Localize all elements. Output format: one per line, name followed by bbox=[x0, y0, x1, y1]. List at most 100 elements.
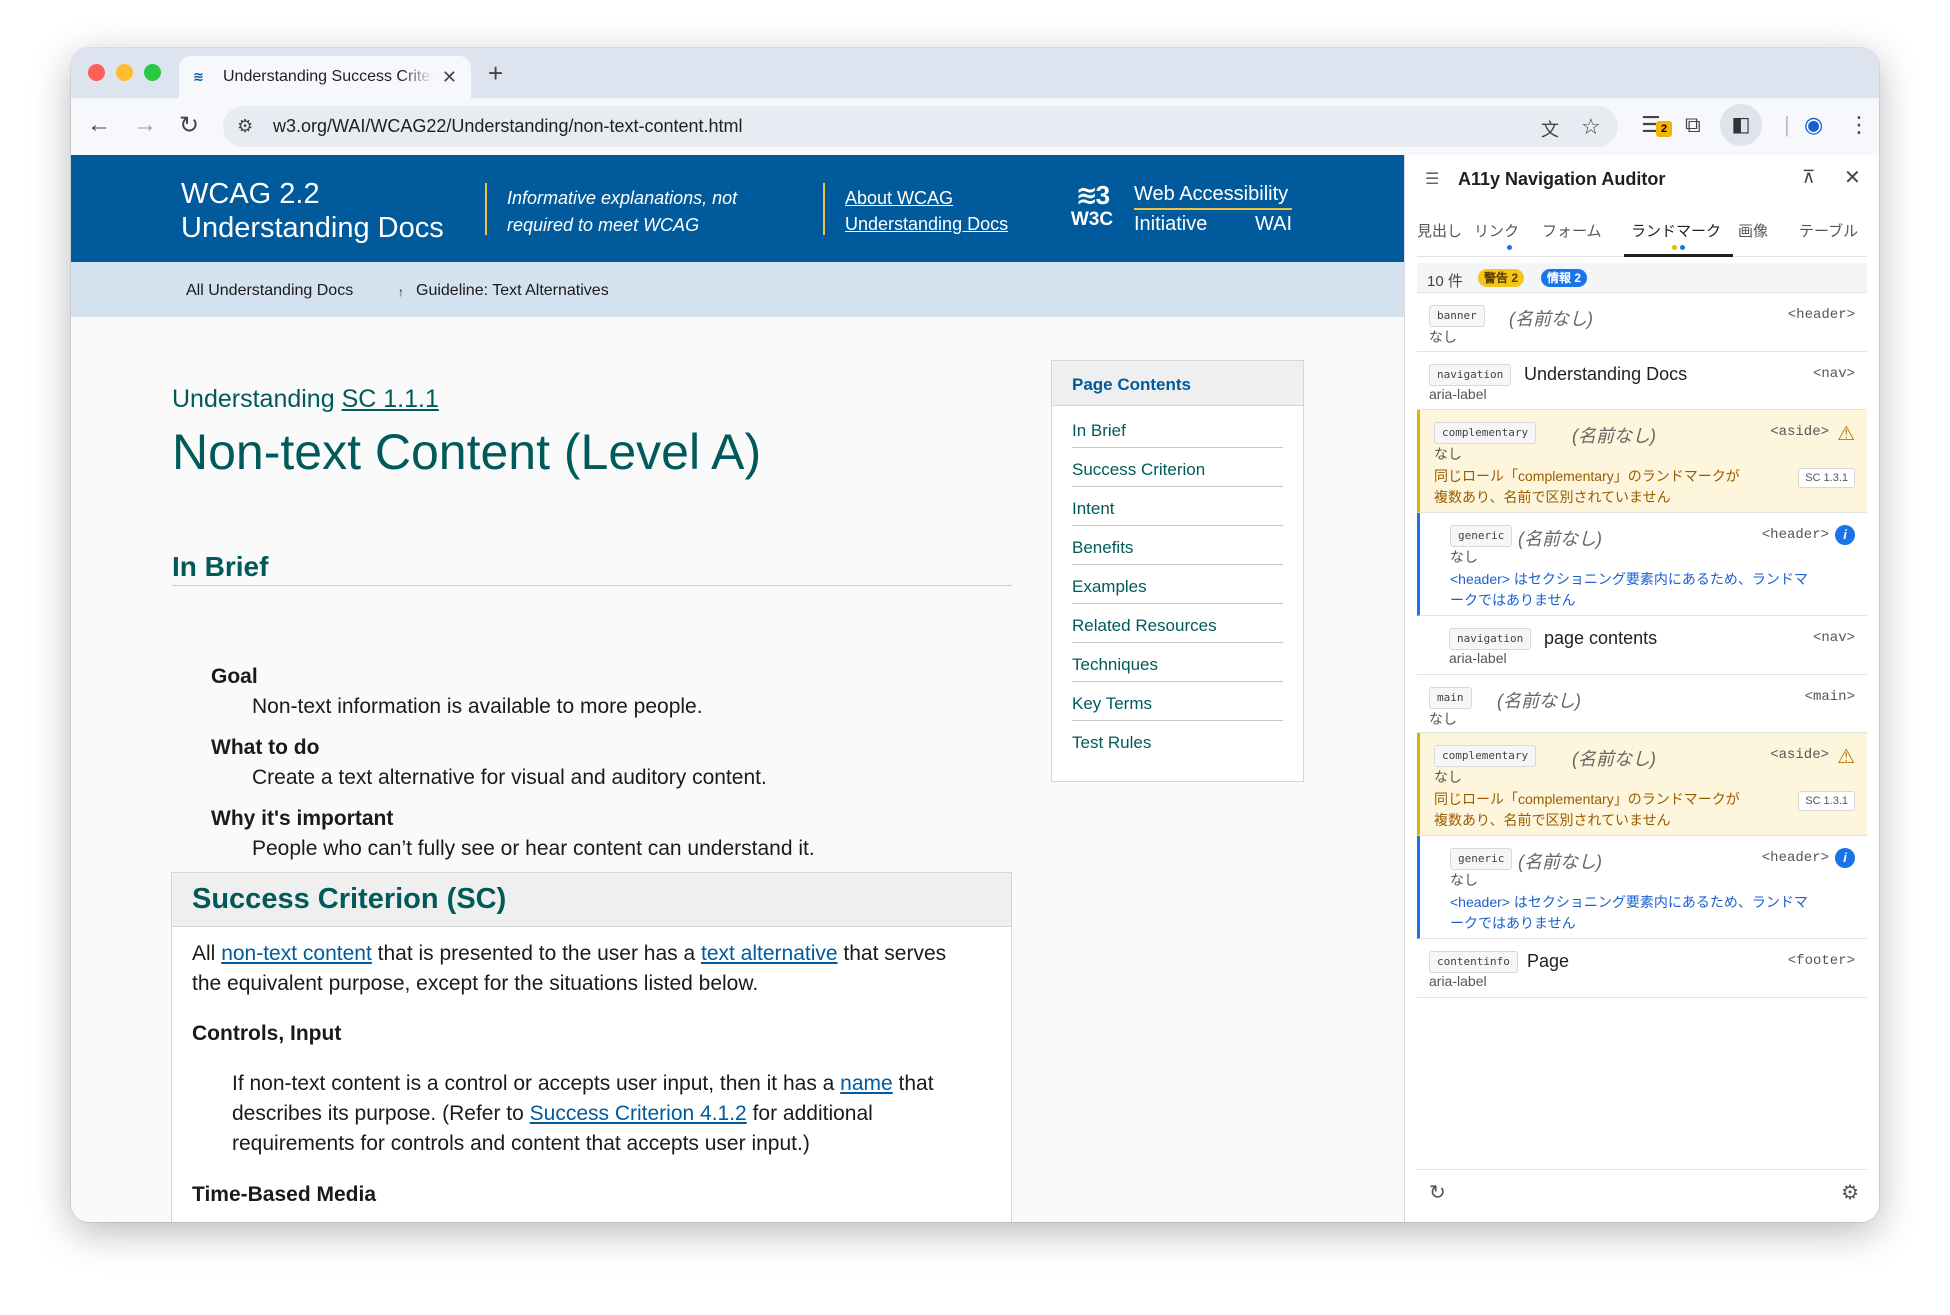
toc-item-intent[interactable]: Intent bbox=[1072, 487, 1283, 526]
sc-reference-badge: SC 1.3.1 bbox=[1798, 791, 1855, 811]
unpin-icon[interactable]: ⊼ bbox=[1802, 167, 1815, 188]
toc-item-related-resources[interactable]: Related Resources bbox=[1072, 604, 1283, 643]
maximize-window-button[interactable] bbox=[144, 64, 161, 81]
tab-title: Understanding Success Criterion 1.1.1: N… bbox=[223, 68, 433, 85]
tab-forms[interactable]: フォーム bbox=[1542, 220, 1602, 241]
controls-text: that bbox=[892, 1072, 934, 1095]
element-tag: <main> bbox=[1804, 689, 1855, 705]
sc-412-link[interactable]: Success Criterion 4.1.2 bbox=[530, 1102, 747, 1125]
close-window-button[interactable] bbox=[88, 64, 105, 81]
toc-item-test-rules[interactable]: Test Rules bbox=[1072, 721, 1283, 760]
tab-headings[interactable]: 見出し bbox=[1417, 220, 1462, 241]
kicker-prefix: Understanding bbox=[172, 385, 335, 413]
toc-item-techniques[interactable]: Techniques bbox=[1072, 643, 1283, 682]
close-panel-icon[interactable]: ✕ bbox=[1844, 165, 1861, 190]
tab-images[interactable]: 画像 bbox=[1738, 220, 1768, 241]
w3c-text: W3C bbox=[1070, 209, 1114, 230]
site-brand[interactable]: WCAG 2.2 Understanding Docs bbox=[181, 177, 444, 245]
w3c-icon: ≋ bbox=[193, 69, 204, 84]
wai-subtitle[interactable]: Initiative WAI bbox=[1134, 213, 1292, 236]
role-badge: navigation bbox=[1449, 628, 1532, 650]
list-item[interactable]: generic (名前なし) なし <header> i <header> はセ… bbox=[1417, 836, 1867, 939]
role-badge: generic bbox=[1450, 525, 1513, 547]
profile-icon[interactable]: ◉ bbox=[1804, 112, 1823, 138]
web-page: WCAG 2.2 Understanding Docs Informative … bbox=[71, 155, 1404, 1222]
active-tab-indicator bbox=[1624, 254, 1733, 257]
role-badge: main bbox=[1429, 687, 1472, 709]
side-panel-icon[interactable]: ◧ bbox=[1720, 104, 1762, 146]
element-tag: <footer> bbox=[1787, 953, 1855, 969]
non-text-content-link[interactable]: non-text content bbox=[221, 942, 372, 965]
site-info-icon[interactable]: ⚙ bbox=[237, 116, 261, 137]
info-line: <header> はセクショニング要素内にあるため、ランドマ bbox=[1450, 571, 1808, 587]
wai-abbrev: WAI bbox=[1254, 213, 1292, 235]
toc-item-in-brief[interactable]: In Brief bbox=[1072, 418, 1283, 448]
info-line: ークではありません bbox=[1450, 915, 1576, 931]
element-tag: <aside> bbox=[1770, 424, 1829, 440]
list-item[interactable]: main (名前なし) なし <main> bbox=[1417, 675, 1867, 733]
url-text[interactable]: w3.org/WAI/WCAG22/Understanding/non-text… bbox=[273, 116, 743, 137]
tab-landmarks[interactable]: ランドマーク bbox=[1631, 220, 1721, 241]
text-alternative-link[interactable]: text alternative bbox=[701, 942, 838, 965]
forward-icon[interactable]: → bbox=[133, 111, 157, 139]
address-bar[interactable]: ⚙ w3.org/WAI/WCAG22/Understanding/non-te… bbox=[223, 106, 1618, 147]
name-link[interactable]: name bbox=[840, 1072, 893, 1095]
kicker-sc-link[interactable]: SC 1.1.1 bbox=[342, 385, 439, 413]
toc-list: In Brief Success Criterion Intent Benefi… bbox=[1052, 406, 1303, 760]
reload-icon[interactable]: ↻ bbox=[179, 111, 199, 140]
landmark-name: (名前なし) bbox=[1572, 749, 1656, 769]
site-header: WCAG 2.2 Understanding Docs Informative … bbox=[71, 155, 1404, 262]
controls-text: requirements for controls and content th… bbox=[232, 1132, 810, 1155]
refresh-icon[interactable]: ↻ bbox=[1429, 1180, 1446, 1205]
info-message: <header> はセクショニング要素内にあるため、ランドマ ークではありません bbox=[1450, 892, 1850, 934]
warning-badge[interactable]: 警告 2 bbox=[1478, 269, 1525, 287]
info-badge[interactable]: 情報 2 bbox=[1541, 269, 1588, 287]
element-tag: <nav> bbox=[1812, 630, 1855, 646]
tab-links[interactable]: リンク bbox=[1474, 220, 1519, 241]
breadcrumb-guideline[interactable]: Guideline: Text Alternatives bbox=[416, 282, 609, 300]
puzzle-icon[interactable]: ⧉ bbox=[1685, 112, 1701, 138]
close-tab-icon[interactable]: ✕ bbox=[442, 67, 457, 88]
role-badge: complementary bbox=[1434, 422, 1537, 444]
toc-item-benefits[interactable]: Benefits bbox=[1072, 526, 1283, 565]
sc-text: that serves bbox=[837, 942, 947, 965]
settings-gear-icon[interactable]: ⚙ bbox=[1841, 1180, 1859, 1205]
back-icon[interactable]: ← bbox=[87, 111, 111, 139]
breadcrumb-all-docs[interactable]: All Understanding Docs bbox=[186, 282, 353, 300]
browser-tab[interactable]: ≋ Understanding Success Criterion 1.1.1:… bbox=[179, 56, 471, 98]
site-tagline: Informative explanations, not required t… bbox=[507, 185, 737, 239]
landmark-name: (名前なし) bbox=[1572, 426, 1656, 446]
sc-heading: Success Criterion (SC) bbox=[172, 873, 1011, 927]
toc-item-examples[interactable]: Examples bbox=[1072, 565, 1283, 604]
w3c-logo[interactable]: ≋3 W3C bbox=[1069, 182, 1115, 232]
toc-item-success-criterion[interactable]: Success Criterion bbox=[1072, 448, 1283, 487]
role-badge: complementary bbox=[1434, 745, 1537, 767]
menu-icon[interactable]: ⋮ bbox=[1848, 112, 1870, 138]
toolbar-divider: | bbox=[1784, 112, 1790, 137]
toc-heading: Page Contents bbox=[1052, 361, 1303, 406]
bookmark-star-icon[interactable]: ☆ bbox=[1581, 114, 1601, 140]
list-item[interactable]: complementary (名前なし) なし <aside> ⚠ 同じロール「… bbox=[1417, 410, 1867, 513]
list-item[interactable]: complementary (名前なし) なし <aside> ⚠ 同じロール「… bbox=[1417, 733, 1867, 836]
landmarks-warn-dot bbox=[1672, 245, 1677, 250]
element-tag: <header> bbox=[1761, 527, 1829, 543]
wai-title[interactable]: Web Accessibility bbox=[1134, 183, 1292, 210]
translate-icon[interactable]: 文 bbox=[1541, 116, 1559, 142]
about-line-2: Understanding Docs bbox=[845, 214, 1009, 234]
page-title: Non-text Content (Level A) bbox=[172, 424, 762, 480]
list-item[interactable]: navigation Understanding Docs aria-label… bbox=[1417, 352, 1867, 410]
new-tab-button[interactable]: + bbox=[488, 58, 503, 89]
tab-tables[interactable]: テーブル bbox=[1799, 220, 1858, 241]
list-item[interactable]: contentinfo Page aria-label <footer> bbox=[1417, 939, 1867, 998]
side-panel: ☰ A11y Navigation Auditor ⊼ ✕ 見出し リンク フォ… bbox=[1404, 155, 1879, 1222]
page-kicker: Understanding SC 1.1.1 bbox=[172, 385, 439, 414]
browser-window: ≋ Understanding Success Criterion 1.1.1:… bbox=[71, 48, 1879, 1222]
list-item[interactable]: banner (名前なし) なし <header> bbox=[1417, 293, 1867, 352]
in-brief-heading: In Brief bbox=[172, 551, 1012, 586]
browser-toolbar: ← → ↻ ⚙ w3.org/WAI/WCAG22/Understanding/… bbox=[71, 98, 1879, 155]
list-item[interactable]: generic (名前なし) なし <header> i <header> はセ… bbox=[1417, 513, 1867, 616]
toc-item-key-terms[interactable]: Key Terms bbox=[1072, 682, 1283, 721]
minimize-window-button[interactable] bbox=[116, 64, 133, 81]
about-wcag-link[interactable]: About WCAG Understanding Docs bbox=[845, 185, 1008, 237]
list-item[interactable]: navigation page contents aria-label <nav… bbox=[1417, 616, 1867, 675]
